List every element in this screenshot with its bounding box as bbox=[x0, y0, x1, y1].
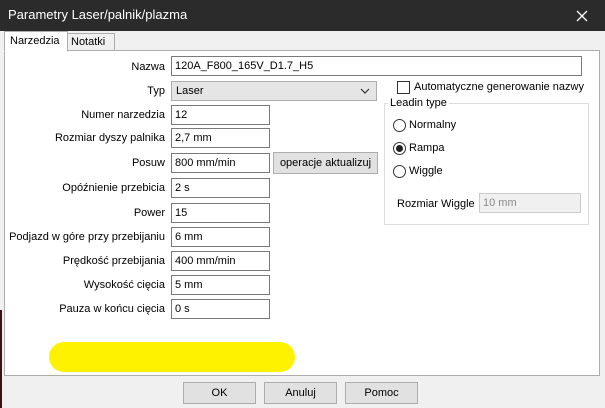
close-icon bbox=[576, 10, 588, 21]
predkosc-label: Prędkość przebijania bbox=[62, 255, 165, 267]
typ-value: Laser bbox=[176, 85, 204, 97]
nazwa-input[interactable]: 120A_F800_165V_D1.7_H5 bbox=[171, 56, 582, 76]
pauza-label: Pauza w końcu cięcia bbox=[59, 303, 165, 315]
chevron-down-icon bbox=[360, 88, 370, 94]
auto-name-checkbox[interactable] bbox=[397, 81, 410, 94]
leadin-title: Leadin type bbox=[388, 97, 449, 109]
opoznienie-label: Opóźnienie przebicia bbox=[62, 182, 165, 194]
typ-select[interactable]: Laser bbox=[171, 81, 377, 101]
wiggle-size-label: Rozmiar Wiggle bbox=[397, 198, 475, 210]
predkosc-input[interactable]: 400 mm/min bbox=[171, 251, 270, 271]
dialog-window: Parametry Laser/palnik/plazma Narzedzia … bbox=[0, 0, 605, 408]
pauza-input[interactable]: 0 s bbox=[171, 299, 270, 319]
button-bar: OK Anuluj Pomoc bbox=[0, 376, 605, 408]
wysokosc-input[interactable]: 5 mm bbox=[171, 275, 270, 295]
podjazd-input[interactable]: 6 mm bbox=[171, 227, 270, 247]
dysza-input[interactable]: 2,7 mm bbox=[171, 128, 270, 148]
auto-name-label: Automatyczne generowanie nazwy bbox=[414, 81, 584, 93]
help-button[interactable]: Pomoc bbox=[345, 382, 418, 404]
radio-wiggle-label: Wiggle bbox=[409, 165, 443, 177]
opoznienie-input[interactable]: 2 s bbox=[171, 178, 270, 198]
cancel-button[interactable]: Anuluj bbox=[264, 382, 337, 404]
power-label: Power bbox=[133, 207, 165, 219]
tab-notatki[interactable]: Notatki bbox=[65, 33, 115, 51]
posuw-label: Posuw bbox=[131, 157, 165, 169]
posuw-input[interactable]: 800 mm/min bbox=[171, 153, 270, 173]
tab-narzedzia[interactable]: Narzedzia bbox=[4, 31, 68, 52]
background-strip bbox=[0, 310, 2, 408]
numer-label: Numer narzedzia bbox=[81, 109, 165, 121]
radio-rampa-label: Rampa bbox=[409, 142, 445, 154]
typ-label: Typ bbox=[147, 85, 165, 97]
window-title: Parametry Laser/palnik/plazma bbox=[8, 7, 188, 22]
podjazd-label: Podjazd w góre przy przebijaniu bbox=[9, 231, 165, 243]
tab-panel: Nazwa 120A_F800_165V_D1.7_H5 Typ Laser A… bbox=[4, 50, 600, 376]
update-operations-button[interactable]: operacje aktualizuj bbox=[273, 152, 378, 174]
power-input[interactable]: 15 bbox=[171, 203, 270, 223]
dysza-label: Rozmiar dyszy palnika bbox=[54, 132, 165, 144]
radio-wiggle[interactable] bbox=[393, 165, 406, 178]
wiggle-size-input[interactable]: 10 mm bbox=[479, 193, 581, 213]
close-button[interactable] bbox=[559, 0, 605, 31]
radio-normalny-label: Normalny bbox=[409, 119, 457, 131]
ok-button[interactable]: OK bbox=[183, 382, 256, 404]
highlight-marker bbox=[49, 342, 295, 372]
nazwa-label: Nazwa bbox=[131, 61, 165, 73]
radio-normalny[interactable] bbox=[393, 119, 406, 132]
title-bar[interactable]: Parametry Laser/palnik/plazma bbox=[0, 0, 605, 31]
wysokosc-label: Wysokość cięcia bbox=[83, 279, 165, 291]
numer-input[interactable]: 12 bbox=[171, 105, 270, 125]
radio-rampa[interactable] bbox=[393, 142, 406, 155]
